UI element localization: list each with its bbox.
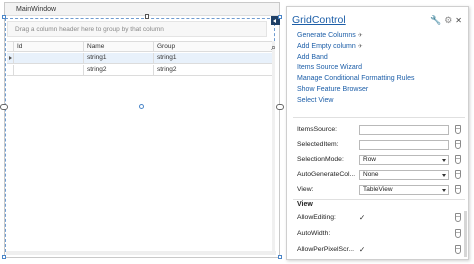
database-icon[interactable]: [455, 213, 461, 222]
database-icon[interactable]: [455, 155, 461, 164]
resize-grip-top[interactable]: [145, 14, 149, 19]
chevron-down-icon: [442, 189, 446, 192]
divider: [293, 117, 465, 118]
resize-handle-top-right[interactable]: [278, 15, 282, 19]
property-label: AutoWidth:: [297, 230, 331, 237]
row-indicator: [7, 65, 14, 75]
database-icon[interactable]: [455, 229, 461, 238]
row-indicator: [7, 53, 14, 63]
action-add-band[interactable]: Add Band: [297, 53, 415, 64]
dropdown-value: TableView: [363, 186, 393, 193]
selected-item-field[interactable]: [359, 140, 449, 150]
grid-vertical-scrollbar[interactable]: [272, 41, 275, 251]
selection-mode-dropdown[interactable]: Row: [359, 155, 449, 165]
table-cell-group[interactable]: string2: [154, 65, 272, 75]
column-header-id[interactable]: Id: [14, 42, 84, 51]
table-row[interactable]: string1 string1: [7, 53, 272, 64]
property-selection-mode: SelectionMode: Row: [297, 155, 465, 166]
panel-vertical-scrollbar[interactable]: [464, 211, 467, 257]
wrench-icon[interactable]: 🔧: [430, 15, 441, 25]
property-items-source: ItemsSource:: [297, 125, 465, 136]
database-icon[interactable]: [455, 245, 461, 254]
property-label: SelectionMode:: [297, 156, 344, 163]
table-cell-name[interactable]: string2: [84, 65, 154, 75]
gear-icon[interactable]: ⚙: [444, 15, 452, 25]
action-manage-conditional-formatting[interactable]: Manage Conditional Formatting Rules: [297, 74, 415, 85]
database-icon[interactable]: [455, 140, 461, 149]
divider: [293, 199, 465, 200]
panel-toolbar: 🔧 ⚙ ✕: [427, 15, 462, 26]
close-icon[interactable]: ✕: [455, 16, 462, 25]
designer-window: MainWindow Drag a column header here to …: [4, 2, 280, 258]
property-label: AllowEditing:: [297, 214, 336, 221]
window-title: MainWindow: [16, 6, 57, 13]
chevron-down-icon: [442, 159, 446, 162]
property-auto-width: AutoWidth:: [297, 229, 465, 240]
panel-title[interactable]: GridControl: [292, 14, 346, 26]
dropdown-value: None: [363, 171, 379, 178]
center-handle[interactable]: [139, 104, 144, 109]
property-auto-generate-columns: AutoGenerateCol... None: [297, 170, 465, 181]
view-section-label: View: [297, 201, 313, 208]
property-label: View:: [297, 186, 314, 193]
property-label: AutoGenerateCol...: [297, 171, 356, 178]
property-selected-item: SelectedItem:: [297, 140, 465, 151]
resize-handle-top-left[interactable]: [2, 15, 6, 19]
resize-handle-bottom-right[interactable]: [278, 255, 282, 259]
action-items-source-wizard[interactable]: Items Source Wizard: [297, 63, 415, 74]
pin-icon[interactable]: ✈: [358, 44, 363, 50]
search-icon[interactable]: ⌕: [271, 42, 276, 53]
database-icon[interactable]: [455, 170, 461, 179]
column-header-group[interactable]: Group: [154, 42, 272, 51]
dropdown-value: Row: [363, 156, 377, 163]
group-panel-hint: Drag a column header here to group by th…: [15, 26, 164, 33]
header-indicator-cell: [7, 42, 14, 51]
property-label: ItemsSource:: [297, 126, 338, 133]
action-add-empty-column[interactable]: Add Empty column ✈: [297, 42, 415, 53]
property-label: SelectedItem:: [297, 141, 339, 148]
table-row[interactable]: string2 string2: [7, 65, 272, 76]
allow-editing-checkbox[interactable]: ✓: [359, 213, 365, 222]
grid-header-row: Id Name Group: [7, 41, 272, 52]
left-adorner-handle[interactable]: [0, 104, 8, 110]
action-generate-columns[interactable]: Generate Columns ✈: [297, 31, 415, 42]
smart-tag-panel: GridControl 🔧 ⚙ ✕ Generate Columns ✈ Add Em…: [286, 6, 469, 260]
property-view: View: TableView: [297, 185, 465, 196]
property-label: AllowPerPixelScr...: [297, 246, 355, 253]
action-select-view[interactable]: Select View: [297, 96, 415, 107]
pin-icon[interactable]: ✈: [358, 33, 363, 39]
table-cell-id[interactable]: [14, 53, 84, 63]
items-source-field[interactable]: [359, 125, 449, 135]
chevron-down-icon: [442, 174, 446, 177]
table-cell-name[interactable]: string1: [84, 53, 154, 63]
view-dropdown[interactable]: TableView: [359, 185, 449, 195]
property-allow-per-pixel-scrolling: AllowPerPixelScr... ✓: [297, 245, 465, 256]
table-cell-group[interactable]: string1: [154, 53, 272, 63]
column-header-name[interactable]: Name: [84, 42, 154, 51]
window-titlebar: MainWindow: [5, 3, 279, 16]
property-allow-editing: AllowEditing: ✓: [297, 213, 465, 224]
allow-per-pixel-scrolling-checkbox[interactable]: ✓: [359, 245, 365, 254]
resize-handle-bottom-left[interactable]: [2, 255, 6, 259]
database-icon[interactable]: [455, 125, 461, 134]
database-icon[interactable]: [455, 185, 461, 194]
table-cell-id[interactable]: [14, 65, 84, 75]
row-indicator-arrow-icon: [9, 56, 12, 60]
grid-control[interactable]: Drag a column header here to group by th…: [5, 18, 276, 252]
right-adorner-handle[interactable]: [276, 104, 284, 110]
action-list: Generate Columns ✈ Add Empty column ✈ Add …: [297, 31, 415, 106]
group-panel[interactable]: Drag a column header here to group by th…: [7, 21, 267, 37]
auto-generate-columns-dropdown[interactable]: None: [359, 170, 449, 180]
grid-horizontal-scrollbar[interactable]: [6, 251, 276, 255]
action-show-feature-browser[interactable]: Show Feature Browser: [297, 85, 415, 96]
